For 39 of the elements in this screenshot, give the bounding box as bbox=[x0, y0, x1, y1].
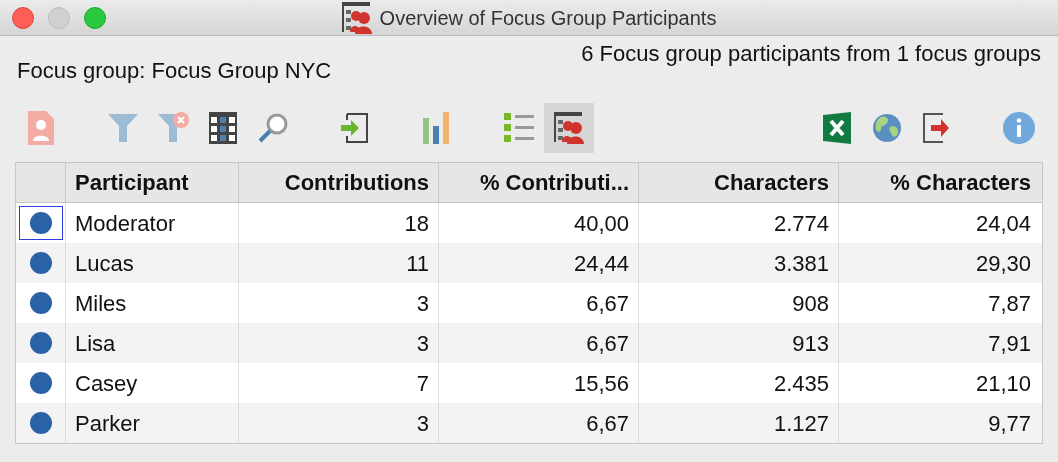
filter-remove-icon bbox=[157, 112, 189, 144]
bar-chart-icon bbox=[423, 112, 451, 144]
table-row[interactable]: Lucas 11 24,44 3.381 29,30 bbox=[16, 243, 1042, 283]
person-card-icon bbox=[28, 111, 54, 145]
window-title: Overview of Focus Group Participants bbox=[379, 6, 717, 31]
list-icon bbox=[504, 113, 534, 143]
minimize-window-icon[interactable] bbox=[48, 6, 70, 29]
import-icon bbox=[341, 112, 369, 144]
table-cell: 1.127 bbox=[639, 403, 839, 443]
search-icon bbox=[257, 112, 289, 144]
export-icon bbox=[923, 113, 951, 143]
table-icon bbox=[209, 112, 237, 144]
close-window-icon[interactable] bbox=[12, 6, 34, 29]
table-cell-text: 24,04 bbox=[974, 209, 1032, 238]
column-header[interactable]: Characters bbox=[639, 163, 839, 202]
column-header[interactable]: % Contributi... bbox=[439, 163, 639, 202]
participants-table-icon bbox=[341, 2, 372, 34]
info-icon bbox=[1003, 112, 1035, 144]
column-header[interactable]: % Characters bbox=[839, 163, 1040, 202]
table-cell-text: 7,87 bbox=[987, 289, 1032, 318]
spreadsheet-icon bbox=[823, 112, 851, 144]
table-cell: Parker bbox=[66, 403, 239, 443]
table-cell-text: 21,10 bbox=[974, 369, 1032, 398]
column-header[interactable]: Participant bbox=[66, 163, 239, 202]
focus-group-label: Focus group: Focus Group NYC bbox=[17, 57, 332, 85]
table-cell-text: 29,30 bbox=[974, 249, 1032, 278]
filter-icon bbox=[107, 112, 139, 144]
maximize-window-icon[interactable] bbox=[84, 6, 106, 29]
table-cell: 6,67 bbox=[439, 403, 639, 443]
participants-table-icon bbox=[554, 112, 584, 144]
globe-icon bbox=[872, 113, 902, 143]
column-header[interactable]: Contributions bbox=[239, 163, 439, 202]
summary-text: 6 Focus group participants from 1 focus groups bbox=[580, 40, 1041, 67]
table-cell: 3 bbox=[239, 403, 439, 443]
table-cell-text: 9,77 bbox=[987, 409, 1032, 438]
table-row[interactable]: Lisa 3 6,67 913 7,91 bbox=[16, 323, 1042, 363]
table-row[interactable]: Parker 3 6,67 1.127 9,77 bbox=[16, 403, 1042, 443]
table-cell-text: 7,91 bbox=[987, 329, 1032, 358]
toolbar-button[interactable] bbox=[544, 103, 594, 153]
